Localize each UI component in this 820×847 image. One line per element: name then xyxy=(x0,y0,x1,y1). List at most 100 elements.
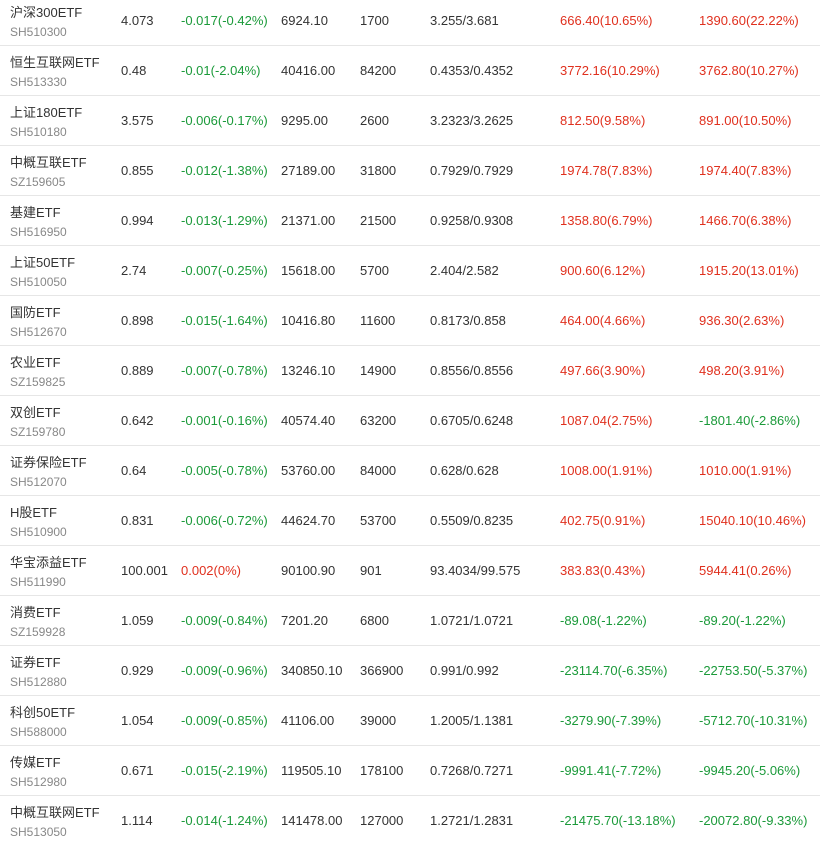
fund-name-cell[interactable]: 华宝添益ETF SH511990 xyxy=(10,554,87,591)
fund-code: SZ159780 xyxy=(10,425,66,439)
volume-cell: 5700 xyxy=(360,263,389,278)
price-cell: 0.831 xyxy=(121,513,154,528)
price-cell: 0.889 xyxy=(121,363,154,378)
fund-code: SH510900 xyxy=(10,525,67,539)
bid-ask-cell: 3.255/3.681 xyxy=(430,13,499,28)
change-cell: -0.006(-0.17%) xyxy=(181,113,268,128)
flow-1-cell: 497.66(3.90%) xyxy=(560,363,646,378)
fund-name-cell[interactable]: 消费ETF SZ159928 xyxy=(10,604,65,641)
table-row[interactable]: H股ETF SH510900 0.831 -0.006(-0.72%) 44624.70… xyxy=(0,496,820,546)
table-row[interactable]: 证券ETF SH512880 0.929 -0.009(-0.96%) 340850.1… xyxy=(0,646,820,696)
fund-name[interactable]: 基建ETF xyxy=(10,204,67,221)
fund-code: SH511990 xyxy=(10,575,66,589)
price-cell: 0.642 xyxy=(121,413,154,428)
amount-cell: 340850.10 xyxy=(281,663,343,678)
table-row[interactable]: 国防ETF SH512670 0.898 -0.015(-1.64%) 10416.80… xyxy=(0,296,820,346)
flow-1-cell: 3772.16(10.29%) xyxy=(560,63,660,78)
table-row[interactable]: 上证180ETF SH510180 3.575 -0.006(-0.17%) 9295.… xyxy=(0,96,820,146)
fund-name[interactable]: 中概互联ETF xyxy=(10,154,87,171)
change-cell: -0.012(-1.38%) xyxy=(181,163,268,178)
change-cell: 0.002(0%) xyxy=(181,563,241,578)
bid-ask-cell: 0.9258/0.9308 xyxy=(430,213,514,228)
table-row[interactable]: 科创50ETF SH588000 1.054 -0.009(-0.85%) 41106.… xyxy=(0,696,820,746)
amount-cell: 9295.00 xyxy=(281,113,328,128)
bid-ask-cell: 3.2323/3.2625 xyxy=(430,113,514,128)
table-row[interactable]: 基建ETF SH516950 0.994 -0.013(-1.29%) 21371.00… xyxy=(0,196,820,246)
table-row[interactable]: 上证50ETF SH510050 2.74 -0.007(-0.25%) 15618.0… xyxy=(0,246,820,296)
fund-name[interactable]: 证券保险ETF xyxy=(10,454,87,471)
table-row[interactable]: 证券保险ETF SH512070 0.64 -0.005(-0.78%) 53760.0… xyxy=(0,446,820,496)
fund-name[interactable]: 上证180ETF xyxy=(10,104,82,121)
fund-name-cell[interactable]: 传媒ETF SH512980 xyxy=(10,754,67,791)
fund-name-cell[interactable]: 中概互联网ETF SH513050 xyxy=(10,804,100,841)
fund-name[interactable]: 上证50ETF xyxy=(10,254,75,271)
flow-2-cell: 1974.40(7.83%) xyxy=(699,163,792,178)
flow-2-cell: -22753.50(-5.37%) xyxy=(699,663,808,678)
flow-2-cell: 891.00(10.50%) xyxy=(699,113,792,128)
fund-name[interactable]: 传媒ETF xyxy=(10,754,67,771)
flow-1-cell: 1974.78(7.83%) xyxy=(560,163,653,178)
fund-name-cell[interactable]: 证券ETF SH512880 xyxy=(10,654,67,691)
fund-name[interactable]: 华宝添益ETF xyxy=(10,554,87,571)
fund-name-cell[interactable]: 国防ETF SH512670 xyxy=(10,304,67,341)
fund-name[interactable]: 国防ETF xyxy=(10,304,67,321)
fund-name-cell[interactable]: 中概互联ETF SZ159605 xyxy=(10,154,87,191)
bid-ask-cell: 1.2005/1.1381 xyxy=(430,713,514,728)
bid-ask-cell: 2.404/2.582 xyxy=(430,263,499,278)
fund-name-cell[interactable]: 农业ETF SZ159825 xyxy=(10,354,65,391)
fund-name[interactable]: 消费ETF xyxy=(10,604,65,621)
fund-code: SZ159605 xyxy=(10,175,66,189)
table-row[interactable]: 中概互联ETF SZ159605 0.855 -0.012(-1.38%) 27189.… xyxy=(0,146,820,196)
table-row[interactable]: 沪深300ETF SH510300 4.073 -0.017(-0.42%) 6924.… xyxy=(0,0,820,46)
volume-cell: 53700 xyxy=(360,513,397,528)
flow-2-cell: -1801.40(-2.86%) xyxy=(699,413,801,428)
fund-name-cell[interactable]: 沪深300ETF SH510300 xyxy=(10,4,82,41)
change-cell: -0.015(-1.64%) xyxy=(181,313,268,328)
fund-name-cell[interactable]: H股ETF SH510900 xyxy=(10,504,67,541)
change-cell: -0.014(-1.24%) xyxy=(181,813,268,828)
table-row[interactable]: 华宝添益ETF SH511990 100.001 0.002(0%) 90100.90 9… xyxy=(0,546,820,596)
table-row[interactable]: 消费ETF SZ159928 1.059 -0.009(-0.84%) 7201.20 6… xyxy=(0,596,820,646)
fund-name-cell[interactable]: 上证50ETF SH510050 xyxy=(10,254,75,291)
fund-name-cell[interactable]: 证券保险ETF SH512070 xyxy=(10,454,87,491)
bid-ask-cell: 0.4353/0.4352 xyxy=(430,63,514,78)
bid-ask-cell: 0.7929/0.7929 xyxy=(430,163,514,178)
fund-name[interactable]: 双创ETF xyxy=(10,404,65,421)
flow-1-cell: -9991.41(-7.72%) xyxy=(560,763,662,778)
price-cell: 100.001 xyxy=(121,563,168,578)
fund-name-cell[interactable]: 上证180ETF SH510180 xyxy=(10,104,82,141)
fund-name[interactable]: 沪深300ETF xyxy=(10,4,82,21)
fund-name-cell[interactable]: 双创ETF SZ159780 xyxy=(10,404,65,441)
change-cell: -0.007(-0.25%) xyxy=(181,263,268,278)
fund-code: SH588000 xyxy=(10,725,67,739)
fund-name[interactable]: 中概互联网ETF xyxy=(10,804,100,821)
price-cell: 0.898 xyxy=(121,313,154,328)
amount-cell: 141478.00 xyxy=(281,813,343,828)
flow-2-cell: 15040.10(10.46%) xyxy=(699,513,806,528)
fund-name[interactable]: H股ETF xyxy=(10,504,67,521)
bid-ask-cell: 0.8173/0.858 xyxy=(430,313,506,328)
table-row[interactable]: 传媒ETF SH512980 0.671 -0.015(-2.19%) 119505.1… xyxy=(0,746,820,796)
fund-name[interactable]: 证券ETF xyxy=(10,654,67,671)
volume-cell: 39000 xyxy=(360,713,397,728)
fund-code: SH512670 xyxy=(10,325,67,339)
bid-ask-cell: 93.4034/99.575 xyxy=(430,563,521,578)
etf-table: 沪深300ETF SH510300 4.073 -0.017(-0.42%) 6924.… xyxy=(0,0,820,846)
fund-name[interactable]: 恒生互联网ETF xyxy=(10,54,100,71)
flow-1-cell: -23114.70(-6.35%) xyxy=(560,663,668,678)
table-row[interactable]: 中概互联网ETF SH513050 1.114 -0.014(-1.24%) 14147… xyxy=(0,796,820,846)
change-cell: -0.006(-0.72%) xyxy=(181,513,268,528)
volume-cell: 127000 xyxy=(360,813,404,828)
fund-name-cell[interactable]: 基建ETF SH516950 xyxy=(10,204,67,241)
table-row[interactable]: 双创ETF SZ159780 0.642 -0.001(-0.16%) 40574.40… xyxy=(0,396,820,446)
table-row[interactable]: 恒生互联网ETF SH513330 0.48 -0.01(-2.04%) 40416.0… xyxy=(0,46,820,96)
table-row[interactable]: 农业ETF SZ159825 0.889 -0.007(-0.78%) 13246.10… xyxy=(0,346,820,396)
volume-cell: 63200 xyxy=(360,413,397,428)
volume-cell: 1700 xyxy=(360,13,389,28)
fund-name[interactable]: 农业ETF xyxy=(10,354,65,371)
fund-name-cell[interactable]: 恒生互联网ETF SH513330 xyxy=(10,54,100,91)
price-cell: 1.114 xyxy=(121,813,153,828)
fund-name[interactable]: 科创50ETF xyxy=(10,704,75,721)
fund-code: SZ159825 xyxy=(10,375,66,389)
fund-name-cell[interactable]: 科创50ETF SH588000 xyxy=(10,704,75,741)
